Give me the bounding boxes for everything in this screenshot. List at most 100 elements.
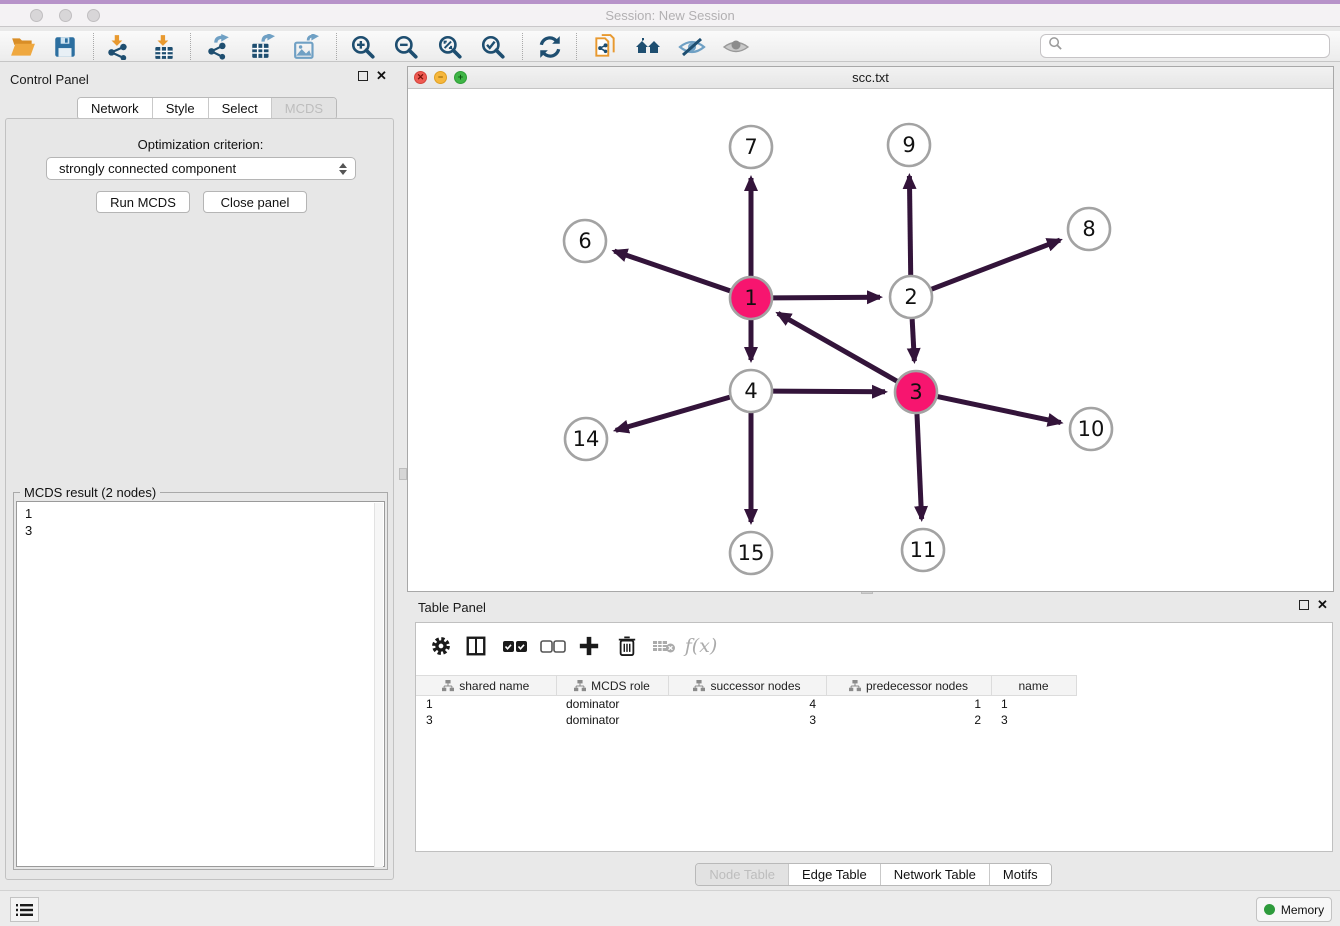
column-header-name[interactable]: name bbox=[991, 676, 1076, 696]
network-window-titlebar: ✕ − + scc.txt bbox=[408, 67, 1333, 89]
edge-2-8[interactable] bbox=[932, 240, 1060, 289]
close-panel-icon[interactable]: ✕ bbox=[376, 71, 387, 81]
tab-node-table[interactable]: Node Table bbox=[696, 864, 789, 885]
export-network-icon[interactable] bbox=[204, 33, 232, 61]
table-row[interactable]: 1dominator411 bbox=[416, 696, 1076, 712]
edge-3-11[interactable] bbox=[917, 414, 922, 519]
tab-style[interactable]: Style bbox=[153, 98, 209, 119]
optimization-criterion-select[interactable]: strongly connected component bbox=[46, 157, 356, 180]
toolbar-separator bbox=[576, 33, 577, 60]
export-table-icon[interactable] bbox=[248, 33, 276, 61]
first-neighbors-icon[interactable] bbox=[635, 33, 663, 61]
table-cell[interactable]: 3 bbox=[416, 712, 556, 728]
delete-column-icon[interactable] bbox=[612, 633, 642, 659]
result-line: 1 bbox=[25, 505, 384, 522]
zoom-out-icon[interactable] bbox=[392, 33, 420, 61]
function-builder-icon: f(x) bbox=[686, 633, 716, 659]
result-line: 3 bbox=[25, 522, 384, 539]
import-network-icon[interactable] bbox=[104, 33, 132, 61]
node-table[interactable]: shared nameMCDS rolesuccessor nodesprede… bbox=[416, 675, 1077, 728]
zoom-selected-icon[interactable] bbox=[479, 33, 507, 61]
search-input[interactable] bbox=[1040, 34, 1330, 58]
refresh-icon[interactable] bbox=[536, 33, 564, 61]
table-row[interactable]: 3dominator323 bbox=[416, 712, 1076, 728]
show-panels-list-button[interactable] bbox=[10, 897, 39, 922]
table-cell[interactable]: 1 bbox=[991, 696, 1076, 712]
export-image-icon[interactable] bbox=[292, 33, 320, 61]
network-window-title: scc.txt bbox=[408, 70, 1333, 85]
network-from-selection-icon[interactable] bbox=[591, 33, 619, 61]
zoom-in-icon[interactable] bbox=[349, 33, 377, 61]
edge-2-9[interactable] bbox=[909, 176, 910, 275]
table-cell[interactable]: dominator bbox=[556, 696, 668, 712]
toolbar-separator bbox=[190, 33, 191, 60]
column-header-predecessor-nodes[interactable]: predecessor nodes bbox=[826, 676, 991, 696]
vertical-split-grip[interactable] bbox=[399, 468, 407, 480]
toolbar-separator bbox=[336, 33, 337, 60]
table-panel: Table Panel ✕ f(x) shared nameMCDS r bbox=[407, 595, 1340, 890]
node-label-10: 10 bbox=[1078, 417, 1105, 441]
table-panel-title: Table Panel bbox=[418, 600, 486, 615]
tab-edge-table[interactable]: Edge Table bbox=[789, 864, 881, 885]
result-scrollbar[interactable] bbox=[374, 503, 383, 867]
show-all-icon[interactable] bbox=[722, 33, 750, 61]
tab-mcds[interactable]: MCDS bbox=[272, 98, 336, 119]
memory-status-icon bbox=[1264, 904, 1275, 915]
column-header-shared-name[interactable]: shared name bbox=[416, 676, 556, 696]
float-table-panel-icon[interactable] bbox=[1299, 600, 1309, 610]
table-cell[interactable]: 1 bbox=[826, 696, 991, 712]
close-table-panel-icon[interactable]: ✕ bbox=[1317, 600, 1328, 610]
run-mcds-button[interactable]: Run MCDS bbox=[96, 191, 190, 213]
close-panel-button[interactable]: Close panel bbox=[203, 191, 307, 213]
memory-label: Memory bbox=[1281, 903, 1324, 917]
node-table-container: f(x) shared nameMCDS rolesuccessor nodes… bbox=[415, 622, 1333, 852]
memory-button[interactable]: Memory bbox=[1256, 897, 1332, 922]
table-panel-tabs: Node TableEdge TableNetwork TableMotifs bbox=[407, 863, 1340, 886]
edge-3-10[interactable] bbox=[938, 397, 1061, 423]
open-session-icon[interactable] bbox=[9, 33, 37, 61]
import-table-icon[interactable] bbox=[150, 33, 178, 61]
select-all-checkboxes-icon[interactable] bbox=[500, 633, 530, 659]
node-label-7: 7 bbox=[744, 135, 757, 159]
node-label-2: 2 bbox=[904, 285, 917, 309]
table-cell[interactable]: 3 bbox=[991, 712, 1076, 728]
dropdown-selected-value: strongly connected component bbox=[59, 161, 236, 176]
mcds-result-lines: 13 bbox=[25, 505, 384, 539]
tab-motifs[interactable]: Motifs bbox=[990, 864, 1051, 885]
mcds-result-textarea[interactable]: 13 bbox=[16, 501, 385, 867]
chevron-up-down-icon bbox=[339, 163, 347, 175]
node-label-8: 8 bbox=[1082, 217, 1095, 241]
table-cell[interactable]: dominator bbox=[556, 712, 668, 728]
tab-network[interactable]: Network bbox=[78, 98, 153, 119]
mcds-tab-content: Optimization criterion: strongly connect… bbox=[5, 118, 394, 880]
split-columns-icon[interactable] bbox=[461, 633, 491, 659]
tab-select[interactable]: Select bbox=[209, 98, 272, 119]
status-bar: Memory bbox=[0, 890, 1340, 926]
node-label-14: 14 bbox=[573, 427, 600, 451]
add-column-icon[interactable] bbox=[574, 633, 604, 659]
node-label-6: 6 bbox=[578, 229, 591, 253]
table-cell[interactable]: 2 bbox=[826, 712, 991, 728]
table-cell[interactable]: 4 bbox=[668, 696, 826, 712]
hide-selected-icon[interactable] bbox=[678, 33, 706, 61]
control-panel-title: Control Panel bbox=[10, 72, 89, 87]
save-session-icon[interactable] bbox=[51, 33, 79, 61]
table-cell[interactable]: 1 bbox=[416, 696, 556, 712]
column-header-successor-nodes[interactable]: successor nodes bbox=[668, 676, 826, 696]
tab-network-table[interactable]: Network Table bbox=[881, 864, 990, 885]
clear-checkboxes-icon[interactable] bbox=[538, 633, 568, 659]
table-cell[interactable]: 3 bbox=[668, 712, 826, 728]
edge-1-2[interactable] bbox=[773, 297, 880, 298]
zoom-fit-icon[interactable] bbox=[436, 33, 464, 61]
column-header-MCDS-role[interactable]: MCDS role bbox=[556, 676, 668, 696]
edge-3-1[interactable] bbox=[778, 313, 897, 381]
float-panel-icon[interactable] bbox=[358, 71, 368, 81]
edge-1-6[interactable] bbox=[614, 251, 730, 291]
edge-4-14[interactable] bbox=[616, 397, 730, 430]
edge-2-3[interactable] bbox=[912, 319, 914, 361]
gear-icon[interactable] bbox=[426, 633, 456, 659]
mcds-result-fieldset: MCDS result (2 nodes) 13 bbox=[13, 492, 388, 870]
edge-4-3[interactable] bbox=[773, 391, 885, 392]
network-view-window: ✕ − + scc.txt 7968124314101511 bbox=[407, 66, 1334, 592]
network-graph-canvas[interactable]: 7968124314101511 bbox=[408, 89, 1333, 592]
